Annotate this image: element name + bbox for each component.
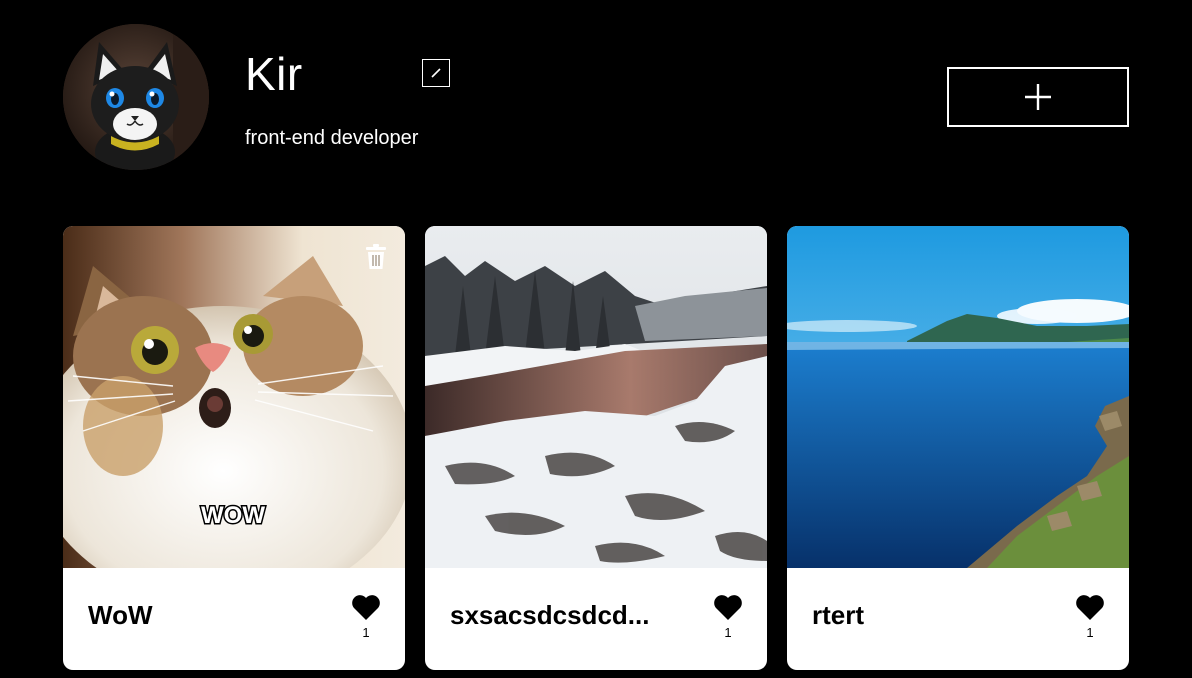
like-count: 1 [724, 625, 732, 640]
delete-card-button[interactable] [365, 244, 387, 270]
card-title: WoW [88, 600, 153, 630]
heart-icon [714, 595, 742, 620]
like-button[interactable] [713, 594, 743, 621]
profile-name: Kir [245, 48, 303, 100]
card-image[interactable] [787, 226, 1129, 568]
card-image[interactable]: WOW [63, 226, 405, 568]
edit-profile-button[interactable] [422, 59, 450, 87]
like-group: 1 [1075, 594, 1105, 641]
trash-icon [366, 244, 386, 269]
like-button[interactable] [1075, 594, 1105, 621]
plus-icon [1025, 84, 1051, 110]
card-gallery: WOW WoW 1 sxsacsdcsdcd... 1 rtert 1 [63, 226, 1129, 670]
add-card-button[interactable] [947, 67, 1129, 127]
blue-lake-image [787, 226, 1129, 568]
like-button[interactable] [351, 594, 381, 621]
card-image[interactable] [425, 226, 767, 568]
card-item: WOW WoW 1 [63, 226, 405, 670]
cat-avatar-icon [63, 24, 209, 170]
card-item: sxsacsdcsdcd... 1 [425, 226, 767, 670]
profile-description: front-end developer [245, 127, 419, 149]
card-title: sxsacsdcsdcd... [450, 600, 650, 630]
heart-icon [352, 595, 380, 620]
pencil-icon [431, 68, 441, 78]
surprised-cat-image: WOW [63, 226, 405, 568]
profile-avatar[interactable] [63, 24, 209, 170]
heart-icon [1076, 595, 1104, 620]
card-item: rtert 1 [787, 226, 1129, 670]
like-count: 1 [1086, 625, 1094, 640]
card-title: rtert [812, 600, 865, 630]
like-count: 1 [362, 625, 370, 640]
snowy-river-image [425, 226, 767, 568]
profile-section: Kir front-end developer [63, 24, 1129, 170]
like-group: 1 [713, 594, 743, 641]
meme-caption: WOW [201, 502, 265, 529]
like-group: 1 [351, 594, 381, 641]
